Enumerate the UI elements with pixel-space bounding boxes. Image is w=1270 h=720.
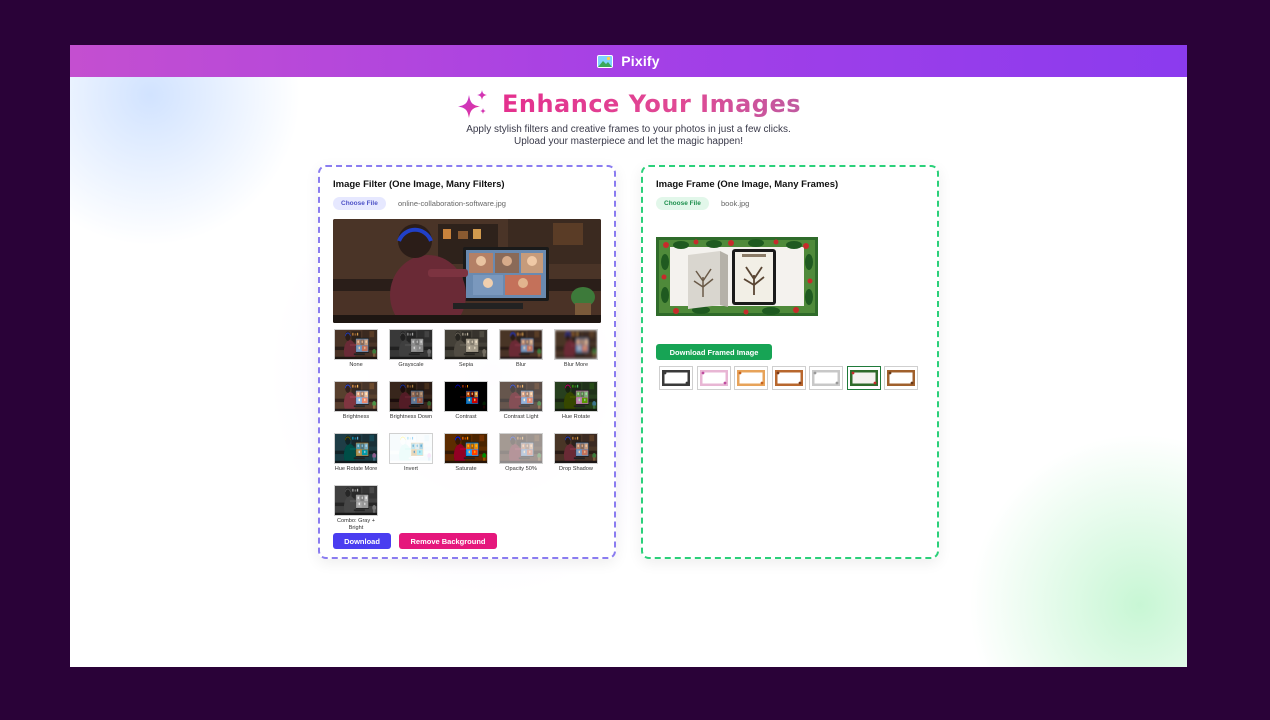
image-frame-panel: Image Frame (One Image, Many Frames) Cho… <box>641 165 939 559</box>
filter-thumbnail <box>554 433 598 464</box>
filter-option[interactable]: Drop Shadow <box>553 433 599 473</box>
page-title: Enhance Your Images <box>501 90 802 118</box>
filter-option[interactable]: Blur <box>498 329 544 369</box>
frame-option[interactable] <box>884 366 918 390</box>
frame-thumbnail <box>887 370 915 386</box>
image-icon <box>597 54 614 68</box>
filter-thumbnail <box>389 433 433 464</box>
filter-thumbnail <box>334 381 378 412</box>
filter-label: Contrast Light <box>503 414 539 420</box>
filter-thumbnail <box>389 381 433 412</box>
filter-label: Contrast <box>455 414 477 420</box>
hero-subtitle-line1: Apply stylish filters and creative frame… <box>466 124 791 135</box>
filter-thumbnail <box>334 433 378 464</box>
filter-label: None <box>349 362 363 368</box>
frame-thumbnail <box>849 370 878 386</box>
frame-file-name: book.jpg <box>721 199 750 208</box>
filter-label: Brightness <box>342 414 370 420</box>
filter-label: Opacity 50% <box>505 466 537 472</box>
frame-option[interactable] <box>659 366 693 390</box>
filter-thumbnail <box>444 381 488 412</box>
app-name: Pixify <box>621 53 660 69</box>
filter-option[interactable]: Contrast Light <box>498 381 544 421</box>
filter-thumbnail <box>499 433 543 464</box>
filter-thumbnail <box>554 329 598 360</box>
filter-option[interactable]: None <box>333 329 379 369</box>
frame-option[interactable] <box>771 366 806 390</box>
frame-thumbnail <box>662 370 690 386</box>
filter-option[interactable]: Opacity 50% <box>498 433 544 473</box>
frame-thumbnail <box>737 370 765 386</box>
filter-option[interactable]: Invert <box>388 433 434 473</box>
frame-choose-file-button[interactable]: Choose File <box>656 197 709 210</box>
filter-option[interactable]: Contrast <box>443 381 489 421</box>
frame-thumbnail <box>812 370 840 386</box>
hero-subtitle-line2: Upload your masterpiece and let the magi… <box>513 136 744 147</box>
filter-label: Grayscale <box>398 362 424 368</box>
filter-preview-image <box>333 219 601 323</box>
frame-option[interactable] <box>809 366 843 390</box>
filter-option[interactable]: Sepia <box>443 329 489 369</box>
filter-thumbnail <box>334 329 378 360</box>
filter-file-name: online-collaboration-software.jpg <box>398 199 506 208</box>
filter-thumbnail <box>499 381 543 412</box>
filter-option[interactable]: Hue Rotate More <box>333 433 379 473</box>
filter-option[interactable]: Grayscale <box>388 329 434 369</box>
framed-image-preview <box>656 237 818 316</box>
filter-thumbnail <box>554 381 598 412</box>
app-window: Pixify Enhance Your Images Apply stylish… <box>70 45 1187 667</box>
image-filter-panel: Image Filter (One Image, Many Filters) C… <box>318 165 616 559</box>
filter-option[interactable]: Brightness <box>333 381 379 421</box>
filter-thumbnail <box>499 329 543 360</box>
filter-label: Invert <box>404 466 418 472</box>
filter-choose-file-button[interactable]: Choose File <box>333 197 386 210</box>
filter-option[interactable]: Hue Rotate <box>553 381 599 421</box>
filter-option[interactable]: Combo: Gray + Bright <box>333 485 379 532</box>
filter-label: Hue Rotate <box>561 414 591 420</box>
frame-thumbnail <box>774 370 803 386</box>
filter-label: Blur <box>516 362 526 368</box>
frame-option[interactable] <box>846 366 881 390</box>
filter-label: Sepia <box>458 362 474 368</box>
frame-thumbnail <box>699 370 728 386</box>
filter-label: Combo: Gray + Bright <box>336 518 376 531</box>
filter-thumbnail <box>389 329 433 360</box>
filter-label: Brightness Down <box>389 414 433 420</box>
download-framed-image-button[interactable]: Download Framed Image <box>656 344 772 360</box>
filter-option[interactable]: Brightness Down <box>388 381 434 421</box>
sparkles-icon <box>457 90 487 118</box>
filter-option[interactable]: Saturate <box>443 433 489 473</box>
filter-thumbnail <box>444 329 488 360</box>
filter-label: Saturate <box>455 466 477 472</box>
filter-panel-title: Image Filter (One Image, Many Filters) <box>333 179 505 190</box>
filter-thumbnail <box>444 433 488 464</box>
frame-panel-title: Image Frame (One Image, Many Frames) <box>656 179 839 190</box>
frame-option[interactable] <box>696 366 731 390</box>
hero-title: Enhance Your Images <box>70 89 1187 119</box>
app-header: Pixify <box>70 45 1187 77</box>
remove-background-button[interactable]: Remove Background <box>399 533 497 549</box>
filter-option[interactable]: Blur More <box>553 329 599 369</box>
filter-thumbnail <box>334 485 378 516</box>
download-button[interactable]: Download <box>333 533 391 549</box>
filter-label: Hue Rotate More <box>334 466 378 472</box>
filter-label: Drop Shadow <box>559 466 593 472</box>
frame-option[interactable] <box>734 366 768 390</box>
filter-label: Blur More <box>563 362 589 368</box>
